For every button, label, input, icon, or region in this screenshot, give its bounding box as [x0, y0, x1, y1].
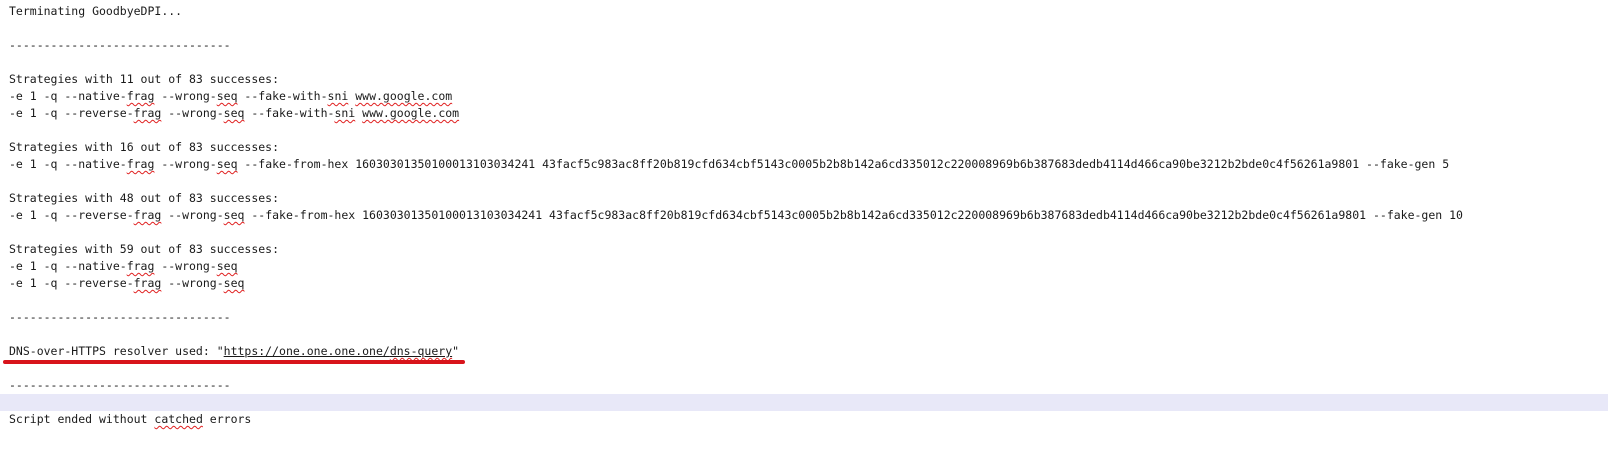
- strategy-line: -e 1 -q --reverse-frag --wrong-seq: [9, 276, 245, 290]
- strategy-line: -e 1 -q --reverse-frag --wrong-seq --fak…: [9, 106, 460, 120]
- script-ended-line: Script ended without catched errors: [9, 412, 252, 426]
- red-annotation-underline: [3, 360, 465, 364]
- separator-line: --------------------------------: [9, 378, 231, 392]
- strategy-group-header: Strategies with 59 out of 83 successes:: [9, 242, 280, 256]
- dns-resolver-line: DNS-over-HTTPS resolver used: "https://o…: [0, 343, 1608, 360]
- dns-label: DNS-over-HTTPS resolver used: ": [9, 344, 224, 358]
- strategy-group-header: Strategies with 11 out of 83 successes:: [9, 72, 280, 86]
- misspelled-word: catched: [154, 412, 203, 426]
- dns-url-link[interactable]: https://one.one.one.one/dns-query: [224, 344, 452, 358]
- strategy-line: -e 1 -q --reverse-frag --wrong-seq --fak…: [9, 208, 1463, 222]
- strategy-line: -e 1 -q --native-frag --wrong-seq: [9, 259, 238, 273]
- strategy-line: -e 1 -q --native-frag --wrong-seq --fake…: [9, 89, 453, 103]
- dns-suffix: ": [452, 344, 460, 358]
- strategy-group-header: Strategies with 48 out of 83 successes:: [9, 191, 280, 205]
- separator-line: --------------------------------: [9, 38, 231, 52]
- strategy-line: -e 1 -q --native-frag --wrong-seq --fake…: [9, 157, 1450, 171]
- current-line[interactable]: [0, 394, 1608, 411]
- strategy-group-header: Strategies with 16 out of 83 successes:: [9, 140, 280, 154]
- separator-line: --------------------------------: [9, 310, 231, 324]
- log-line-terminating: Terminating GoodbyeDPI...: [9, 4, 183, 18]
- text-editor[interactable]: Terminating GoodbyeDPI... --------------…: [0, 0, 1608, 455]
